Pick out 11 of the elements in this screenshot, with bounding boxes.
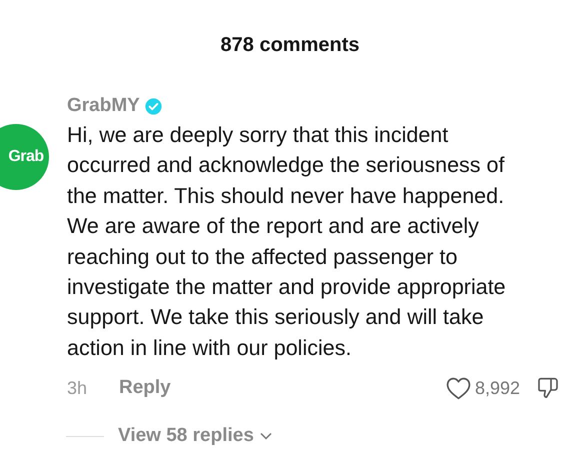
comments-count-title: 878 comments <box>220 34 360 58</box>
thumbs-down-icon[interactable] <box>536 376 560 400</box>
comment-text: Hi, we are deeply sorry that this incident occurred and acknowledge the seriousness of the matter. This should never have happened. We are aware of the report and are actively reaching out to the affected passenger to investigate the matter and provide appropriate support. We take this seriously and will take action in line with our policies. <box>67 122 507 362</box>
like-heart-icon[interactable] <box>446 376 471 400</box>
username[interactable]: GrabMY <box>67 95 140 117</box>
view-replies-button[interactable]: View 58 replies <box>118 425 272 448</box>
chevron-down-icon <box>260 432 272 440</box>
reply-button[interactable]: Reply <box>119 377 171 400</box>
timestamp: 3h <box>67 378 88 399</box>
like-count: 8,992 <box>474 378 520 399</box>
avatar-logo[interactable]: Grab <box>0 124 49 190</box>
